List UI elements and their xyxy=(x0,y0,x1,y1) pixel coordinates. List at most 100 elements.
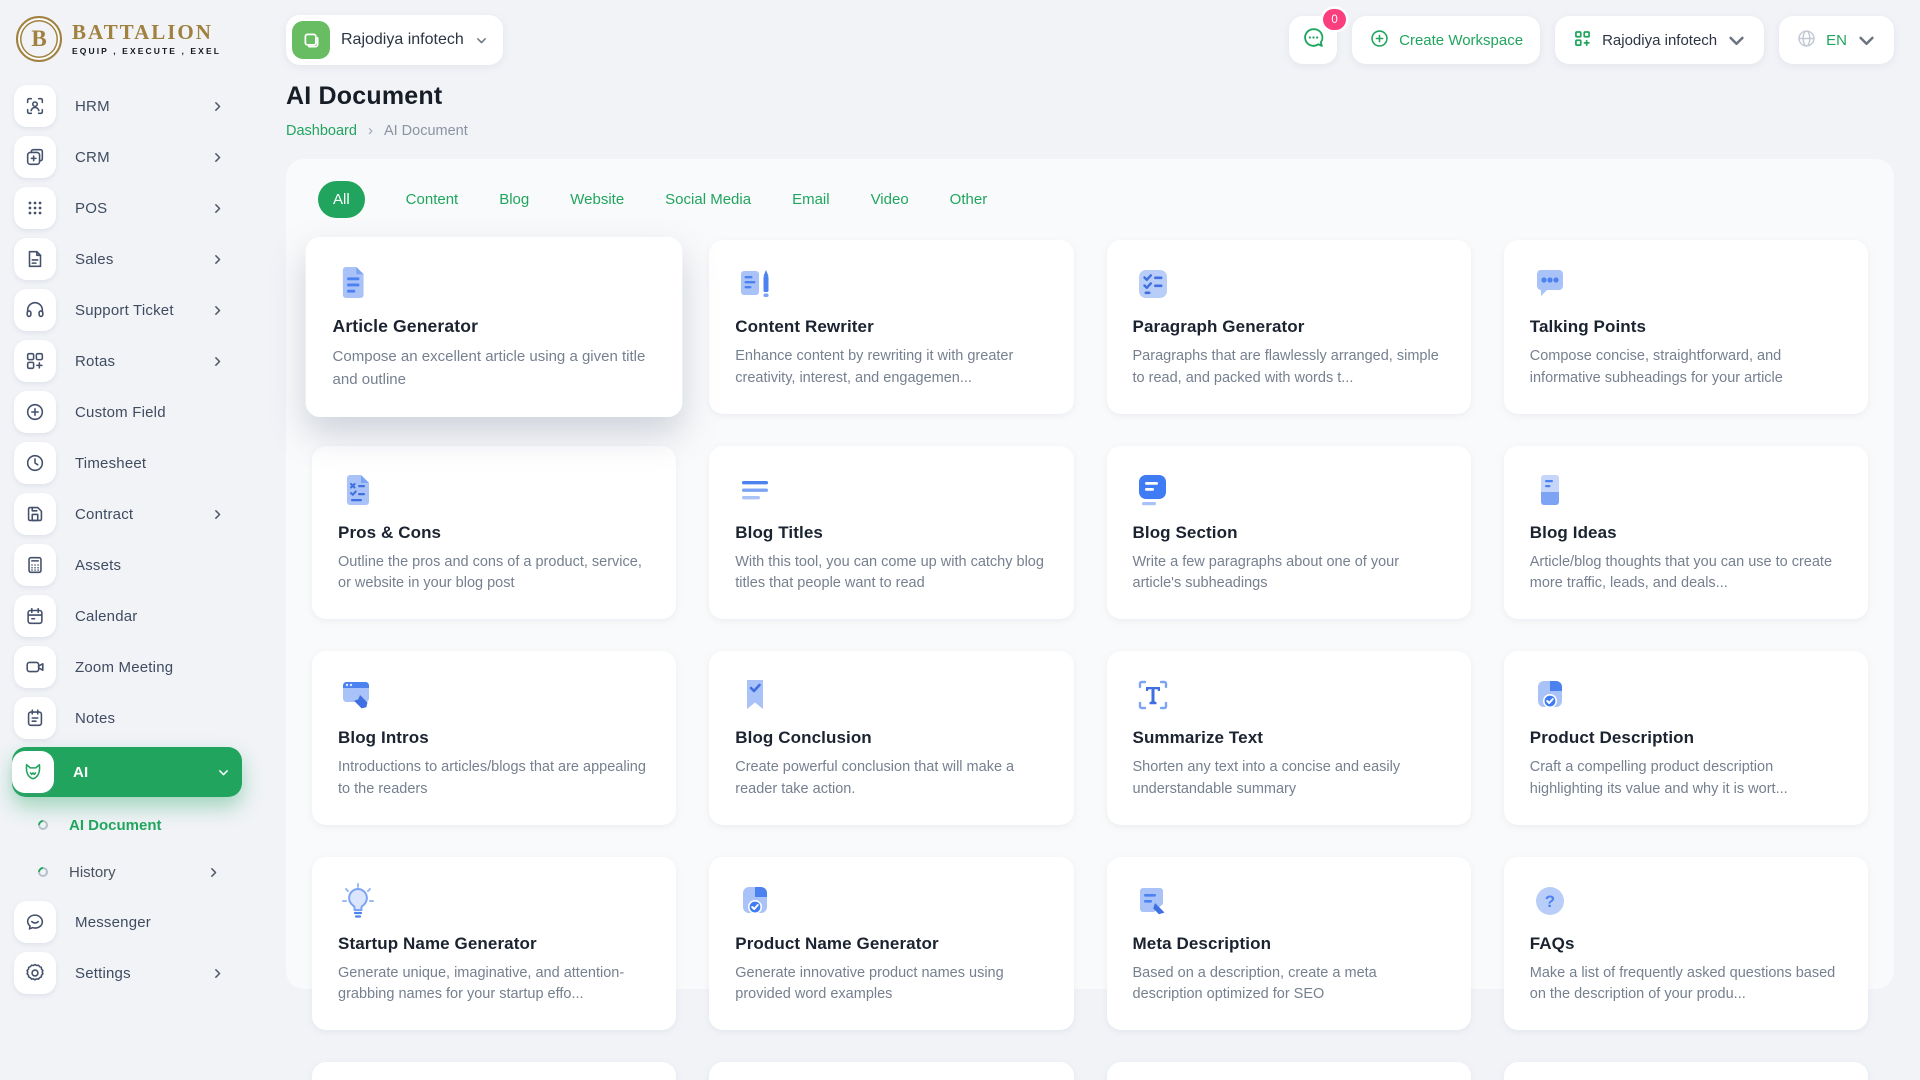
summarize-text-icon xyxy=(1133,675,1445,715)
card-title: Article Generator xyxy=(332,316,479,337)
notification-badge: 0 xyxy=(1323,9,1347,30)
brand-emblem-icon: B xyxy=(16,16,62,62)
tab-website[interactable]: Website xyxy=(570,191,624,208)
tool-card-paragraph-generator[interactable]: Paragraph Generator Paragraphs that are f… xyxy=(1106,240,1471,414)
sidebar-item-label: Zoom Meeting xyxy=(75,658,174,676)
card-title: Summarize Text xyxy=(1132,728,1264,747)
sidebar-item-custom-field[interactable]: Custom Field xyxy=(14,389,236,435)
lines-icon xyxy=(735,470,1047,510)
tool-card-blog-titles[interactable]: Blog Titles With this tool, you can come … xyxy=(709,445,1074,619)
company-menu-label: Rajodiya infotech xyxy=(1602,31,1718,49)
chevron-right-icon xyxy=(207,866,220,879)
sidebar-item-label: Notes xyxy=(75,709,116,727)
tool-card[interactable] xyxy=(1503,1062,1868,1080)
pros-cons-icon xyxy=(338,470,650,510)
page-title: AI Document xyxy=(286,82,443,110)
calendar-icon xyxy=(14,595,56,637)
tab-all[interactable]: All xyxy=(318,181,365,218)
settings-icon xyxy=(14,952,56,994)
sidebar-item-rotas[interactable]: Rotas xyxy=(14,338,236,384)
sidebar-item-notes[interactable]: Notes xyxy=(14,695,236,741)
crm-icon xyxy=(14,136,56,178)
card-title: Blog Ideas xyxy=(1529,522,1617,542)
sidebar-item-crm[interactable]: CRM xyxy=(14,134,236,180)
sidebar-item-messenger[interactable]: Messenger xyxy=(14,899,236,945)
language-menu[interactable]: EN xyxy=(1779,16,1894,64)
card-description: Outline the pros and cons of a product, … xyxy=(338,553,642,592)
tool-card-blog-ideas[interactable]: Blog Ideas Article/blog thoughts that you… xyxy=(1503,445,1868,619)
tab-content[interactable]: Content xyxy=(406,191,459,208)
sidebar-item-ai[interactable]: AI xyxy=(12,747,242,797)
question-circle-icon: ? xyxy=(1530,881,1842,921)
tool-card-blog-intros[interactable]: Blog Intros Introductions to articles/blo… xyxy=(312,651,677,825)
chevron-right-icon xyxy=(211,253,224,266)
tool-card-startup-name-generator[interactable]: Startup Name Generator Generate unique, i… xyxy=(312,856,677,1030)
assets-icon xyxy=(14,544,56,586)
sidebar-item-hrm[interactable]: HRM xyxy=(14,83,236,129)
tool-card-blog-section[interactable]: Blog Section Write a few paragraphs about… xyxy=(1106,445,1471,619)
card-title: Product Name Generator xyxy=(735,933,939,953)
messages-button[interactable]: 0 xyxy=(1289,9,1347,64)
workspace-selector[interactable]: Rajodiya infotech xyxy=(286,15,503,65)
sidebar-item-zoom-meeting[interactable]: Zoom Meeting xyxy=(14,644,236,690)
plus-circle-icon xyxy=(1369,28,1390,53)
rotas-icon xyxy=(14,340,56,382)
tool-card-summarize-text[interactable]: Summarize Text Shorten any text into a co… xyxy=(1106,651,1471,825)
chat-icon xyxy=(1301,25,1326,55)
tool-card-pros-cons[interactable]: Pros & Cons Outline the pros and cons of … xyxy=(312,445,677,619)
card-description: Create powerful conclusion that will mak… xyxy=(735,759,1015,797)
tool-card-talking-points[interactable]: Talking Points Compose concise, straightf… xyxy=(1503,240,1868,414)
sidebar-item-calendar[interactable]: Calendar xyxy=(14,593,236,639)
company-menu[interactable]: Rajodiya infotech xyxy=(1555,16,1765,64)
tab-video[interactable]: Video xyxy=(871,191,909,208)
sidebar-item-ai-document[interactable]: AI Document xyxy=(35,803,236,847)
chevron-right-icon xyxy=(211,304,224,317)
tool-card-content-rewriter[interactable]: Content Rewriter Enhance content by rewri… xyxy=(709,240,1074,414)
tool-card[interactable]: ? xyxy=(312,1062,677,1080)
ai-icon xyxy=(12,751,54,793)
card-title: Blog Section xyxy=(1132,522,1238,542)
svg-text:?: ? xyxy=(1545,892,1555,911)
card-description: Shorten any text into a concise and easi… xyxy=(1132,759,1401,797)
sidebar-item-label: HRM xyxy=(75,97,110,115)
note-pen-icon xyxy=(1133,881,1445,921)
tool-card-article-generator[interactable]: Article Generator Compose an excellent ar… xyxy=(305,236,683,417)
brand-name: BATTALION xyxy=(72,20,213,44)
tab-social-media[interactable]: Social Media xyxy=(665,191,751,208)
card-title: Content Rewriter xyxy=(735,317,874,336)
bulb-icon xyxy=(338,881,650,921)
sidebar-item-timesheet[interactable]: Timesheet xyxy=(14,440,236,486)
sidebar-nav: HRM CRM POS Sales Support Ticket Rotas Custom … xyxy=(0,83,250,996)
sidebar-item-history[interactable]: History xyxy=(35,850,236,894)
sidebar-item-contract[interactable]: Contract xyxy=(14,491,236,537)
create-workspace-button[interactable]: Create Workspace xyxy=(1352,16,1541,64)
tab-email[interactable]: Email xyxy=(792,191,830,208)
chevron-right-icon xyxy=(211,202,224,215)
tool-card-product-name-generator[interactable]: Product Name Generator Generate innovativ… xyxy=(709,856,1074,1030)
sidebar-item-label: POS xyxy=(75,199,108,217)
tool-card[interactable] xyxy=(1106,1062,1471,1080)
sidebar-item-label: Messenger xyxy=(75,913,152,931)
chevron-right-icon xyxy=(211,151,224,164)
tab-blog[interactable]: Blog xyxy=(499,191,529,208)
sidebar-item-pos[interactable]: POS xyxy=(14,185,236,231)
file-text-icon xyxy=(333,262,656,303)
tool-card-faqs[interactable]: ? FAQs Make a list of frequently asked que… xyxy=(1503,856,1868,1030)
card-description: Craft a compelling product description h… xyxy=(1529,759,1788,797)
sidebar-item-support-ticket[interactable]: Support Ticket xyxy=(14,287,236,333)
tool-card-blog-conclusion[interactable]: Blog Conclusion Create powerful conclusio… xyxy=(709,651,1074,825)
sidebar-item-sales[interactable]: Sales xyxy=(14,236,236,282)
breadcrumb-dashboard-link[interactable]: Dashboard xyxy=(286,123,357,139)
tab-other[interactable]: Other xyxy=(950,191,988,208)
tool-card[interactable] xyxy=(709,1062,1074,1080)
support-ticket-icon xyxy=(14,289,56,331)
grid-plus-icon xyxy=(1572,28,1593,53)
custom-field-icon xyxy=(14,391,56,433)
pos-icon xyxy=(14,187,56,229)
tool-card-meta-description[interactable]: Meta Description Based on a description, … xyxy=(1106,856,1471,1030)
tool-card-product-description[interactable]: Product Description Craft a compelling pr… xyxy=(1503,651,1868,825)
sidebar-item-settings[interactable]: Settings xyxy=(14,950,236,996)
sidebar-item-assets[interactable]: Assets xyxy=(14,542,236,588)
card-title: Startup Name Generator xyxy=(338,933,537,953)
brand-logo: B BATTALION EQUIP , EXECUTE , EXEL xyxy=(0,10,250,78)
